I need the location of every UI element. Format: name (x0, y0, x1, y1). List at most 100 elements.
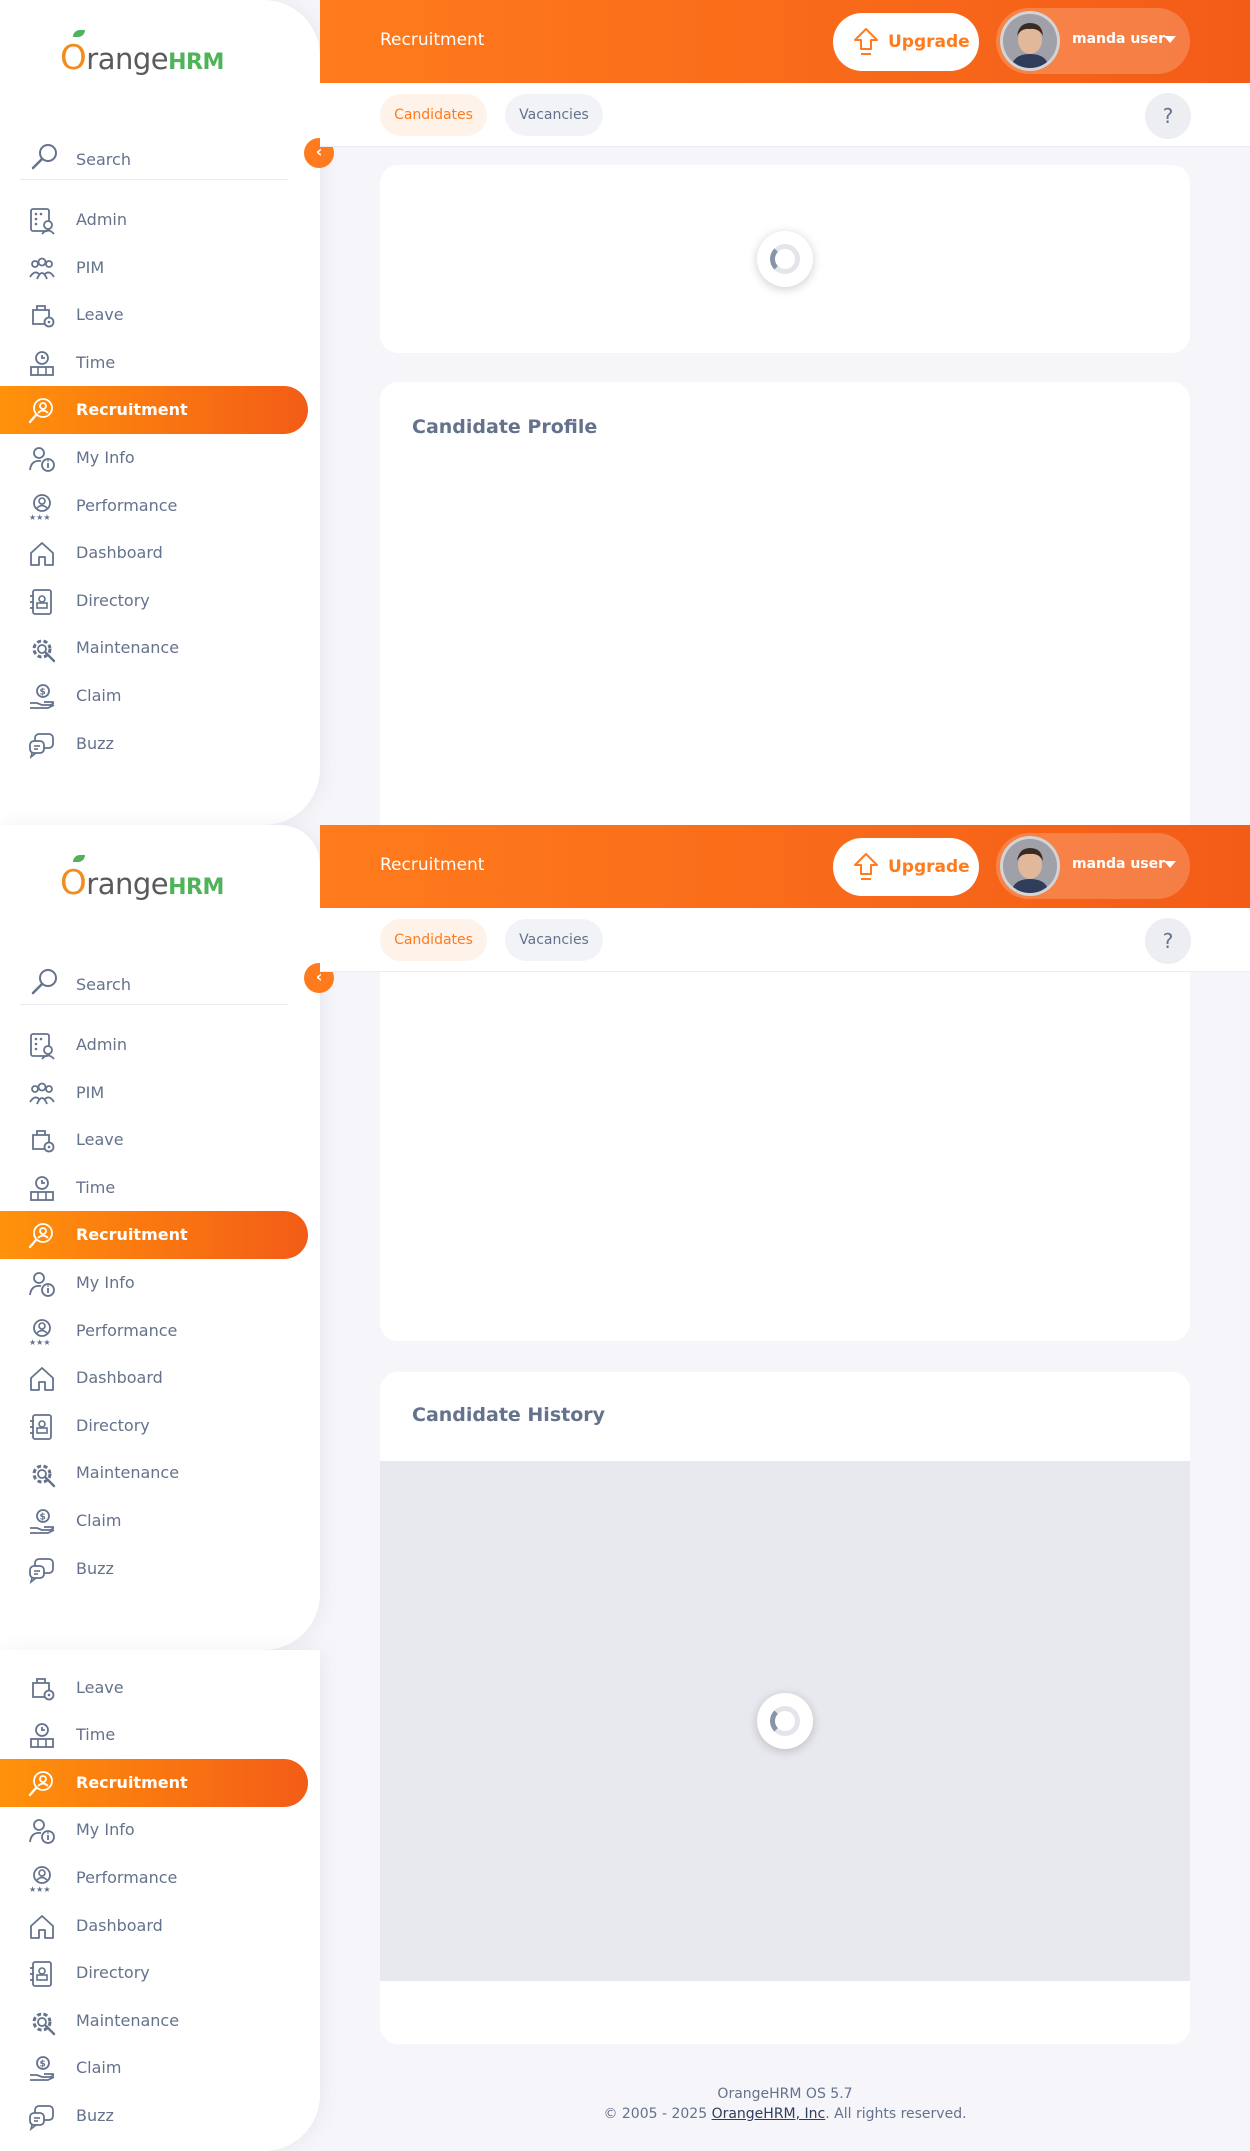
sidebar-item-directory[interactable]: Directory (0, 1949, 308, 1997)
footer-copyright: © 2005 - 2025 OrangeHRM, Inc. All rights… (603, 2106, 967, 2122)
sidebar-item-directory[interactable]: Directory (0, 577, 308, 625)
footer-version: OrangeHRM OS 5.7 (717, 2086, 853, 2102)
footer: OrangeHRM OS 5.7 © 2005 - 2025 OrangeHRM… (380, 2086, 1190, 2122)
candidate-history-title: Candidate History (412, 1404, 606, 1426)
sidebar-item-dashboard[interactable]: Dashboard (0, 1902, 308, 1950)
sidebar-item-time[interactable]: Time (0, 1164, 308, 1212)
candidate-profile-card-continued (380, 965, 1190, 1341)
sidebar-item-buzz[interactable]: Buzz (0, 2092, 308, 2140)
sidebar-item-label: Performance (76, 1868, 178, 1887)
sidebar-item-recruitment[interactable]: Recruitment (0, 1758, 308, 1807)
sidebar-item-recruitment[interactable]: Recruitment (0, 386, 308, 435)
sidebar-item-label: Buzz (76, 1558, 114, 1578)
sidebar-item-dashboard[interactable]: Dashboard (0, 1354, 308, 1402)
tab-candidates[interactable]: Candidates (380, 94, 487, 136)
search-icon (30, 142, 60, 176)
sidebar-item-directory[interactable]: Directory (0, 1402, 308, 1450)
sidebar-item-leave[interactable]: Leave (0, 291, 308, 339)
sidebar-item-label: Performance (76, 1320, 178, 1340)
sidebar-item-claim[interactable]: $ Claim (0, 2044, 308, 2092)
claim-icon: $ (28, 1508, 56, 1536)
sidebar-item-maintenance[interactable]: Maintenance (0, 624, 308, 672)
user-name: manda user (1072, 31, 1166, 47)
sidebar-item-dashboard[interactable]: Dashboard (0, 529, 308, 577)
sidebar-item-label: Admin (76, 1035, 127, 1054)
sidebar-item-leave[interactable]: Leave (0, 1664, 308, 1712)
sidebar-item-pim[interactable]: PIM (0, 244, 308, 292)
user-name: manda user (1072, 856, 1166, 872)
maintenance-icon (28, 1460, 56, 1488)
recruitment-icon (28, 1770, 56, 1798)
sidebar-item-label: Maintenance (76, 2010, 180, 2030)
orangehrm-logo[interactable]: OrangeHRM (60, 30, 224, 78)
sidebar-item-label: Buzz (76, 2106, 114, 2125)
sidebar-item-claim[interactable]: $ Claim (0, 672, 308, 720)
orangehrm-logo[interactable]: OrangeHRM (60, 855, 224, 903)
sidebar: OrangeHRM Search ‹ Admin PIM Leave Time Recr… (0, 825, 334, 1650)
upgrade-button[interactable]: Upgrade (833, 13, 979, 71)
dashboard-icon (28, 1365, 56, 1393)
sidebar-item-claim[interactable]: $ Claim (0, 1497, 308, 1545)
search-input[interactable]: Search (76, 975, 131, 994)
sidebar-item-label: Time (76, 1177, 116, 1197)
buzz-icon (28, 731, 56, 759)
help-button[interactable]: ? (1145, 918, 1191, 964)
sidebar-item-performance[interactable]: ★★★ Performance (0, 482, 308, 530)
sidebar-item-label: Directory (76, 1415, 150, 1435)
sidebar-item-label: Time (76, 352, 116, 372)
company-link[interactable]: OrangeHRM, Inc (712, 2106, 826, 2122)
tab-vacancies[interactable]: Vacancies (505, 919, 603, 961)
sidebar-item-pim[interactable]: PIM (0, 1069, 308, 1117)
tab-candidates[interactable]: Candidates (380, 919, 487, 961)
sidebar-item-admin[interactable]: Admin (0, 196, 308, 244)
recruitment-icon (28, 1222, 56, 1250)
sidebar-item-my-info[interactable]: My Info (0, 1806, 308, 1854)
sidebar-item-time[interactable]: Time (0, 339, 308, 387)
sidebar-item-my-info[interactable]: My Info (0, 434, 308, 482)
tab-vacancies[interactable]: Vacancies (505, 94, 603, 136)
svg-text:$: $ (40, 688, 46, 698)
sidebar-item-leave[interactable]: Leave (0, 1116, 308, 1164)
user-dropdown[interactable]: manda user (996, 8, 1190, 74)
claim-icon: $ (28, 2055, 56, 2083)
sidebar-item-maintenance[interactable]: Maintenance (0, 1997, 308, 2045)
page-title: Recruitment (380, 30, 485, 50)
pim-icon (28, 255, 56, 283)
sidebar-item-time[interactable]: Time (0, 1711, 308, 1759)
sidebar-item-label: Maintenance (76, 638, 180, 658)
sidebar-item-admin[interactable]: Admin (0, 1021, 308, 1069)
sidebar-item-maintenance[interactable]: Maintenance (0, 1449, 308, 1497)
performance-icon: ★★★ (28, 493, 56, 522)
claim-icon: $ (28, 683, 56, 711)
sidebar-item-label: Directory (76, 590, 150, 610)
my-info-icon (28, 445, 56, 473)
candidate-profile-card: Candidate Profile (380, 382, 1190, 825)
svg-text:$: $ (40, 1513, 46, 1523)
upgrade-button[interactable]: Upgrade (833, 838, 979, 896)
sidebar-item-my-info[interactable]: My Info (0, 1259, 308, 1307)
search-input[interactable]: Search (76, 150, 131, 169)
top-bar: Recruitment Upgrade manda user (320, 0, 1250, 83)
svg-text:$: $ (40, 2060, 46, 2070)
time-icon (28, 1722, 56, 1750)
buzz-icon (28, 1556, 56, 1584)
sidebar-item-buzz[interactable]: Buzz (0, 1545, 308, 1593)
sidebar-item-performance[interactable]: ★★★ Performance (0, 1307, 308, 1355)
sidebar-search[interactable]: Search (20, 136, 288, 180)
sidebar-search[interactable]: Search (20, 961, 288, 1005)
sidebar-item-recruitment[interactable]: Recruitment (0, 1211, 308, 1260)
sidebar-item-label: Claim (76, 686, 122, 705)
sidebar-item-label: Dashboard (76, 1915, 163, 1935)
sidebar-item-performance[interactable]: ★★★ Performance (0, 1854, 308, 1902)
sidebar-item-label: Dashboard (76, 1368, 163, 1388)
help-button[interactable]: ? (1145, 93, 1191, 139)
caret-down-icon (1164, 861, 1176, 868)
sidebar-item-buzz[interactable]: Buzz (0, 720, 308, 768)
svg-text:★★★: ★★★ (29, 1885, 51, 1893)
user-dropdown[interactable]: manda user (996, 833, 1190, 899)
sidebar-item-label: Performance (76, 495, 178, 515)
maintenance-icon (28, 2008, 56, 2036)
buzz-icon (28, 2103, 56, 2132)
sidebar-item-label: Recruitment (76, 400, 188, 420)
search-icon (30, 967, 60, 1001)
